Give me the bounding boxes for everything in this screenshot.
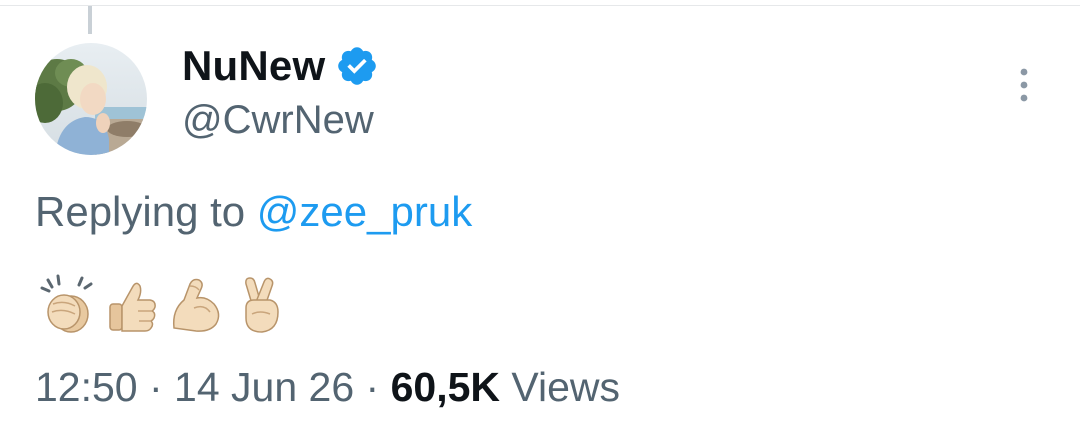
- author-handle[interactable]: @CwrNew: [182, 98, 374, 143]
- views-label: Views: [500, 364, 621, 410]
- tweet-time[interactable]: 12:50: [35, 364, 138, 410]
- verified-badge-icon: [335, 44, 379, 88]
- thread-connector: [88, 6, 92, 34]
- author-display-name[interactable]: NuNew: [182, 42, 325, 90]
- avatar[interactable]: [35, 43, 147, 155]
- flexed-biceps-icon: [166, 274, 226, 336]
- more-options-icon[interactable]: [1014, 66, 1034, 106]
- clapping-hands-icon: [38, 274, 98, 336]
- meta-separator: ·: [137, 364, 175, 410]
- author-name-row[interactable]: NuNew: [182, 40, 379, 92]
- tweet-meta: 12:50 · 14 Jun 26 · 60,5K Views: [35, 364, 620, 411]
- crossed-fingers-icon: [230, 274, 290, 336]
- divider: [0, 5, 1080, 6]
- tweet-card: NuNew @CwrNew Replying to @zee_pruk 12:5…: [0, 0, 1080, 429]
- replying-to-line: Replying to @zee_pruk: [35, 188, 472, 236]
- thumbs-up-icon: [102, 274, 162, 336]
- reply-mention-link[interactable]: @zee_pruk: [257, 188, 472, 235]
- tweet-date[interactable]: 14 Jun 26: [174, 364, 354, 410]
- views-count[interactable]: 60,5K: [391, 364, 500, 410]
- meta-separator: ·: [354, 364, 391, 410]
- replying-to-label: Replying to: [35, 188, 257, 235]
- tweet-text: [38, 272, 294, 338]
